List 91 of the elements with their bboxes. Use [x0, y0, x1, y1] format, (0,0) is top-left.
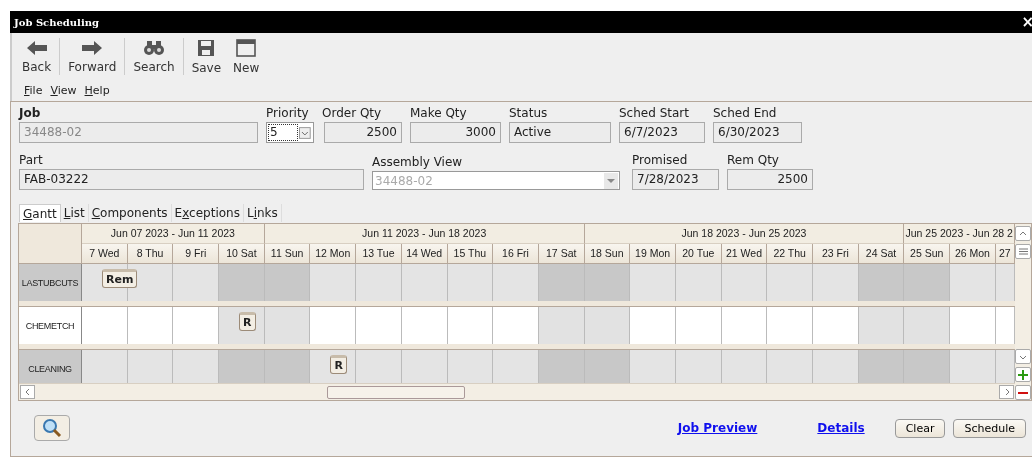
back-arrow-icon	[25, 39, 48, 56]
forward-button[interactable]: Forward	[62, 33, 123, 80]
scroll-up-button[interactable]	[1015, 226, 1031, 241]
chevron-down-icon	[299, 126, 311, 139]
day-header: 22 Thu	[767, 244, 813, 264]
field-label: Assembly View	[372, 155, 464, 169]
footer-button[interactable]: Schedule	[953, 418, 1026, 438]
input-field[interactable]: FAB-03222	[19, 169, 364, 190]
day-header: 18 Sun	[584, 244, 631, 264]
day-header: 7 Wed	[82, 244, 128, 264]
day-header: 23 Fri	[813, 244, 859, 264]
priority-dropdown[interactable]: 5	[266, 122, 314, 143]
tab[interactable]: Links	[243, 204, 282, 222]
resource-label: CLEANING	[19, 350, 82, 383]
back-button[interactable]: Back	[16, 33, 58, 80]
chevron-left-icon	[23, 388, 32, 396]
field-label: Order Qty	[322, 106, 383, 120]
day-header: 25 Sun	[904, 244, 951, 264]
day-header: 14 Wed	[401, 244, 448, 264]
scroll-right-button[interactable]	[999, 385, 1014, 399]
task-bar[interactable]: R	[330, 355, 347, 374]
day-header: 16 Fri	[493, 244, 539, 264]
task-bar[interactable]: R	[239, 312, 256, 331]
zoom-in-button[interactable]	[1015, 367, 1031, 382]
field-label: Make Qty	[410, 106, 468, 120]
field-label: Promised	[632, 153, 689, 167]
save-button[interactable]: Save	[185, 33, 228, 80]
day-header: 12 Mon	[310, 244, 357, 264]
day-header: 15 Thu	[447, 244, 494, 264]
menu-item[interactable]: Help	[84, 84, 110, 97]
field-label: Priority	[266, 106, 310, 120]
input-field[interactable]: 3000	[410, 122, 501, 143]
field-label: Sched Start	[619, 106, 690, 120]
link[interactable]: Details	[817, 421, 865, 435]
menu-item[interactable]: File	[24, 84, 43, 97]
plus-icon	[1018, 369, 1028, 380]
day-header: 27	[995, 244, 1015, 264]
menu-item[interactable]: View	[50, 84, 77, 97]
input-field[interactable]: Active	[509, 122, 611, 143]
magnifier-icon	[42, 418, 62, 438]
input-field[interactable]: 2500	[727, 169, 813, 190]
week-header: Jun 25 2023 - Jun 28 2	[904, 224, 1015, 244]
field-label: Rem Qty	[727, 153, 780, 167]
week-header: Jun 11 2023 - Jun 18 2023	[264, 224, 585, 244]
input-field[interactable]: 7/28/2023	[632, 169, 719, 190]
search-button[interactable]: Search	[127, 33, 181, 80]
new-button[interactable]: New	[227, 33, 266, 80]
week-header: Jun 07 2023 - Jun 11 2023	[82, 224, 265, 244]
input-field[interactable]: 6/30/2023	[713, 122, 802, 143]
horizontal-scrollbar[interactable]	[19, 383, 1015, 400]
close-button[interactable]: ×	[1021, 14, 1032, 30]
footer-button[interactable]: Clear	[894, 418, 946, 438]
chevron-up-icon	[1019, 229, 1027, 238]
scroll-thumb[interactable]	[327, 385, 465, 399]
scroll-left-button[interactable]	[20, 385, 35, 399]
window-icon	[236, 38, 257, 57]
resource-label: CHEMETCH	[19, 307, 82, 344]
chevron-down-icon	[604, 172, 618, 189]
window-title: Job Scheduling	[14, 16, 99, 28]
week-header: Jun 18 2023 - Jun 25 2023	[584, 224, 905, 244]
resource-label: LASTUBCUTS	[19, 264, 82, 301]
field-label: Job	[19, 106, 42, 120]
field-label: Part	[19, 153, 44, 167]
day-header: 26 Mon	[950, 244, 996, 264]
forward-arrow-icon	[81, 39, 104, 56]
tab[interactable]: Components	[88, 204, 172, 222]
tab[interactable]: Gantt	[19, 204, 61, 222]
day-header: 13 Tue	[356, 244, 402, 264]
day-header: 10 Sat	[219, 244, 265, 264]
field-label: Sched End	[713, 106, 778, 120]
day-header: 8 Thu	[127, 244, 174, 264]
field-label: Status	[509, 106, 549, 120]
search-button[interactable]	[34, 415, 70, 441]
input-field[interactable]: 6/7/2023	[619, 122, 705, 143]
link[interactable]: Job Preview	[677, 421, 758, 435]
menu-icon	[1018, 248, 1028, 255]
day-header: 21 Wed	[721, 244, 768, 264]
tab[interactable]: List	[60, 204, 89, 222]
zoom-out-button[interactable]	[1015, 385, 1031, 400]
day-header: 9 Fri	[173, 244, 220, 264]
day-header: 20 Tue	[675, 244, 722, 264]
input-field[interactable]: 2500	[324, 122, 402, 143]
binoculars-icon	[144, 39, 164, 56]
day-header: 11 Sun	[264, 244, 311, 264]
scroll-down-button[interactable]	[1015, 349, 1031, 364]
tab[interactable]: Exceptions	[171, 204, 244, 222]
day-header: 24 Sat	[858, 244, 905, 264]
day-header: 19 Mon	[630, 244, 676, 264]
day-header: 17 Sat	[538, 244, 585, 264]
task-bar[interactable]: Rem	[102, 269, 138, 288]
menu-button[interactable]	[1015, 244, 1031, 259]
